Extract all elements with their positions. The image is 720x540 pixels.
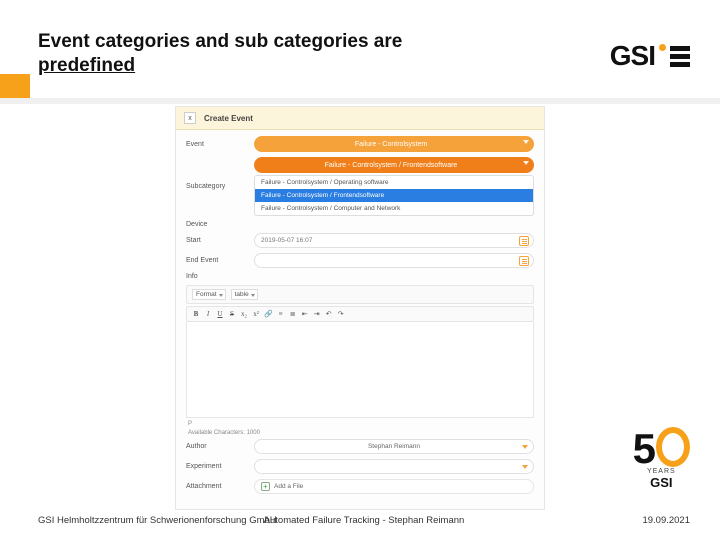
strike-icon[interactable]: S [228, 310, 236, 318]
superscript-icon[interactable]: x² [252, 310, 260, 318]
table-select[interactable]: table [231, 289, 258, 300]
format-select[interactable]: Format [192, 289, 226, 300]
event-select[interactable]: Failure - Controlsystem [254, 136, 534, 152]
chevron-down-icon [522, 445, 528, 449]
author-select[interactable]: Stephan Reimann [254, 439, 534, 454]
label-author: Author [186, 443, 248, 450]
label-subcategory: Subcategory [186, 183, 248, 190]
anniversary-logo: 5 YEARS GSI [633, 423, 690, 490]
title-line2: predefined [38, 55, 135, 76]
footer-right: 19.09.2021 [642, 515, 690, 526]
subcategory-option[interactable]: Failure - Controlsystem / Operating soft… [255, 176, 533, 189]
editor-icon-toolbar: B I U S x₂ x² 🔗 ≡ ≣ ⇤ ⇥ ↶ ↷ [186, 306, 534, 322]
title-line1: Event categories and sub categories are [38, 31, 402, 52]
editor-cursor-tag: P [188, 421, 192, 427]
author-value: Stephan Reimann [368, 443, 420, 450]
rich-text-editor[interactable] [186, 322, 534, 418]
subscript-icon[interactable]: x₂ [240, 310, 248, 318]
accent-square [0, 74, 30, 98]
start-datetime-input[interactable]: 2019-05-07 16:07 [254, 233, 534, 248]
panel-header: x Create Event [176, 107, 544, 130]
create-event-panel: x Create Event Event Failure - Controlsy… [175, 106, 545, 510]
anniversary-brand: GSI [633, 475, 690, 490]
editor-status: P [186, 418, 534, 430]
label-attachment: Attachment [186, 483, 248, 490]
panel-title: Create Event [204, 114, 253, 123]
italic-icon[interactable]: I [204, 310, 212, 318]
label-device: Device [186, 221, 248, 228]
label-end: End Event [186, 257, 248, 264]
chevron-down-icon [523, 161, 529, 165]
plus-icon: + [261, 482, 270, 491]
undo-icon[interactable]: ↶ [325, 310, 333, 318]
subcategory-dropdown: Failure - Controlsystem / Operating soft… [254, 175, 534, 216]
link-icon[interactable]: 🔗 [264, 310, 273, 318]
editor-format-toolbar: Format table [186, 285, 534, 304]
underline-icon[interactable]: U [216, 310, 224, 318]
zero-icon [656, 427, 690, 467]
label-event: Event [186, 141, 248, 148]
experiment-select[interactable] [254, 459, 534, 474]
logo-text: GSI [610, 40, 655, 72]
footer-center: Automated Failure Tracking - Stephan Rei… [264, 515, 465, 526]
event-select-value: Failure - Controlsystem [355, 141, 427, 148]
subcategory-select[interactable]: Failure - Controlsystem / Frontendsoftwa… [254, 157, 534, 173]
gsi-logo: GSI [610, 40, 690, 72]
redo-icon[interactable]: ↷ [337, 310, 345, 318]
label-info: Info [186, 273, 248, 280]
editor-char-count: Available Characters: 1000 [188, 430, 260, 436]
footer-left: GSI Helmholtzzentrum für Schwerionenfors… [38, 515, 277, 526]
close-button[interactable]: x [184, 112, 196, 124]
logo-bars-icon [670, 46, 690, 67]
calendar-icon[interactable] [519, 236, 529, 246]
subcategory-option[interactable]: Failure - Controlsystem / Frontendsoftwa… [255, 189, 533, 202]
add-file-label: Add a File [274, 483, 303, 490]
calendar-icon[interactable] [519, 256, 529, 266]
header-divider [0, 98, 720, 104]
slide-footer: GSI Helmholtzzentrum für Schwerionenfors… [38, 515, 690, 526]
chevron-down-icon [522, 465, 528, 469]
indent-icon[interactable]: ⇥ [313, 310, 321, 318]
label-start: Start [186, 237, 248, 244]
bold-icon[interactable]: B [192, 310, 200, 318]
subcategory-select-value: Failure - Controlsystem / Frontendsoftwa… [325, 162, 458, 169]
list-icon[interactable]: ≡ [277, 310, 285, 318]
start-value: 2019-05-07 16:07 [261, 237, 312, 244]
label-experiment: Experiment [186, 463, 248, 470]
logo-dot-icon [659, 44, 666, 51]
add-file-button[interactable]: + Add a File [254, 479, 534, 494]
subcategory-option[interactable]: Failure - Controlsystem / Computer and N… [255, 202, 533, 215]
outdent-icon[interactable]: ⇤ [301, 310, 309, 318]
numbered-list-icon[interactable]: ≣ [289, 310, 297, 318]
end-datetime-input[interactable] [254, 253, 534, 268]
slide-title: Event categories and sub categories are … [38, 30, 438, 78]
chevron-down-icon [523, 140, 529, 144]
